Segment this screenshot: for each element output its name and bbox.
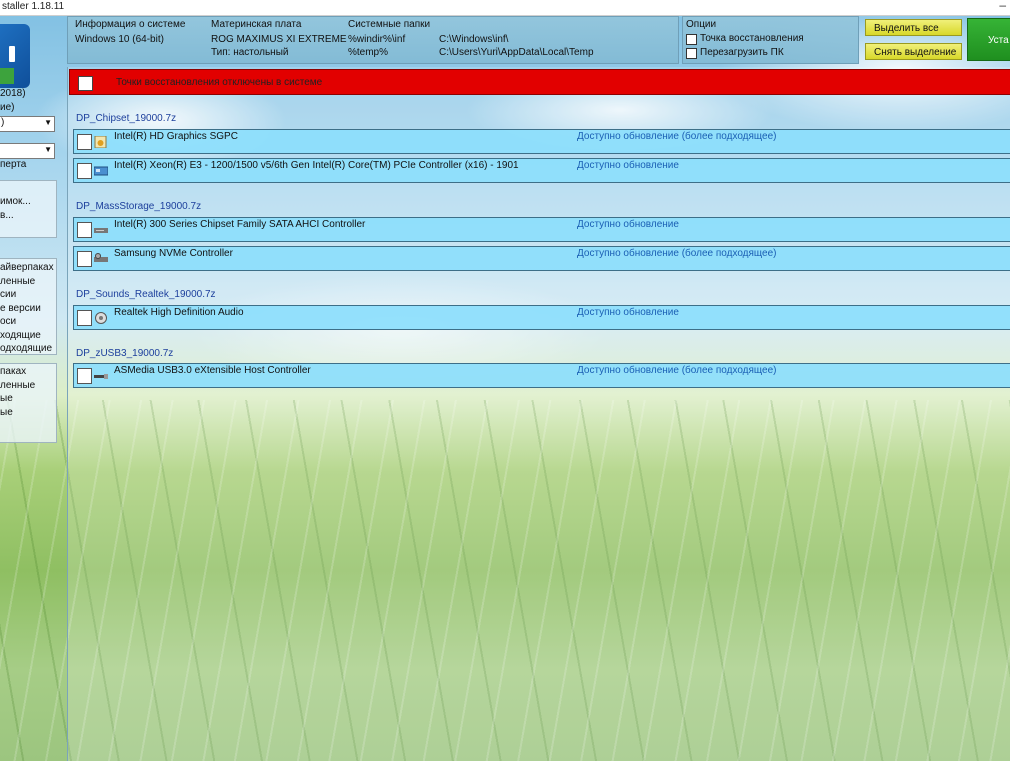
restore-warning-text: Точки восстановления отключены в системе [116, 77, 323, 88]
driver-checkbox[interactable] [77, 310, 92, 326]
filter-item[interactable]: ые [0, 406, 56, 420]
motherboard-header: Материнская плата [211, 19, 302, 30]
usb-controller-icon [94, 374, 108, 379]
driver-name: ASMedia USB3.0 eXtensible Host Controlle… [114, 365, 311, 376]
filter-item[interactable]: ые [0, 392, 56, 406]
theme-select[interactable]: ▼ [0, 143, 55, 159]
reboot-label[interactable]: Перезагрузить ПК [700, 47, 784, 58]
deselect-button[interactable]: Снять выделение [865, 43, 962, 60]
driver-row[interactable]: Intel(R) 300 Series Chipset Family SATA … [73, 217, 1010, 242]
chevron-down-icon: ▼ [44, 118, 52, 127]
filter-item[interactable]: айверпаках [0, 261, 56, 275]
driver-name: Intel(R) HD Graphics SGPC [114, 131, 238, 142]
driver-row[interactable]: Samsung NVMe Controller Доступно обновле… [73, 246, 1010, 271]
options-header: Опции [686, 19, 717, 30]
window-title: staller 1.18.11 [2, 1, 65, 12]
driver-row[interactable]: Realtek High Definition Audio Доступно о… [73, 305, 1010, 330]
folder-path[interactable]: C:\Users\Yuri\AppData\Local\Temp [439, 47, 594, 58]
folder-key: %temp% [348, 47, 389, 58]
snapshot-link[interactable]: имок... [0, 195, 56, 209]
language-select[interactable]: ) ▼ [0, 116, 55, 132]
driver-checkbox[interactable] [77, 134, 92, 150]
filter-item[interactable]: ленные [0, 379, 56, 393]
driver-name: Samsung NVMe Controller [114, 248, 233, 259]
filter-item[interactable]: оси [0, 315, 56, 329]
select-all-button[interactable]: Выделить все [865, 19, 962, 36]
storage-controller-icon [94, 228, 108, 233]
actions-box: имок... в... [0, 180, 57, 238]
driver-checkbox[interactable] [77, 368, 92, 384]
pack-name: DP_zUSB3_19000.7z [76, 348, 174, 359]
os-info-header: Информация о системе [75, 19, 186, 30]
driver-checkbox[interactable] [77, 251, 92, 267]
driver-status: Доступно обновление (более подходящее) [577, 248, 777, 259]
driver-name: Intel(R) Xeon(R) E3 - 1200/1500 v5/6th G… [114, 160, 519, 171]
driver-row[interactable]: Intel(R) Xeon(R) E3 - 1200/1500 v5/6th G… [73, 158, 1010, 183]
app-logo-icon [0, 24, 30, 88]
reboot-checkbox[interactable] [686, 48, 697, 59]
options-panel: Опции Точка восстановления Перезагрузить… [682, 16, 859, 64]
restore-point-checkbox[interactable] [686, 34, 697, 45]
filter-box: айверпаках ленные сии е версии оси ходящ… [0, 258, 57, 355]
os-info-value: Windows 10 (64-bit) [75, 34, 164, 45]
motherboard-value: ROG MAXIMUS XI EXTREME [211, 34, 347, 45]
left-panel: 2018) ие) ) ▼ ▼ перта имок... в... айверп… [0, 16, 62, 761]
system-info-panel: Информация о системе Windows 10 (64-bit)… [67, 16, 679, 64]
pack-name: DP_MassStorage_19000.7z [76, 201, 202, 212]
driver-status: Доступно обновление (более подходящее) [577, 131, 777, 142]
audio-icon [95, 312, 107, 324]
pack-name: DP_Sounds_Realtek_19000.7z [76, 289, 216, 300]
pack-name: DP_Chipset_19000.7z [76, 113, 177, 124]
filter-item[interactable]: пакаx [0, 365, 56, 379]
driver-name: Realtek High Definition Audio [114, 307, 244, 318]
extract-link[interactable]: в... [0, 209, 56, 223]
restore-warning-bar: Точки восстановления отключены в системе [69, 69, 1010, 95]
filter-item[interactable]: сии [0, 288, 56, 302]
chevron-down-icon: ▼ [44, 145, 52, 154]
folder-key: %windir%\inf [348, 34, 406, 45]
motherboard-type: Тип: настольный [211, 47, 289, 58]
filter-item[interactable]: ленные [0, 275, 56, 289]
driver-name: Intel(R) 300 Series Chipset Family SATA … [114, 219, 366, 230]
system-folders-header: Системные папки [348, 19, 431, 30]
minimize-button[interactable]: – [999, 0, 1006, 12]
driver-checkbox[interactable] [77, 222, 92, 238]
storage-controller-icon [94, 253, 108, 262]
expert-mode-label[interactable]: перта [0, 159, 26, 170]
install-button[interactable]: Уста [967, 18, 1010, 61]
restore-point-label[interactable]: Точка восстановления [700, 33, 804, 44]
pci-controller-icon [94, 166, 108, 176]
driver-row[interactable]: Intel(R) HD Graphics SGPC Доступно обнов… [73, 129, 1010, 154]
left-label: ие) [0, 102, 15, 113]
filter-box-2: пакаx ленные ые ые [0, 363, 57, 443]
filter-item[interactable]: ходящие [0, 329, 56, 343]
display-adapter-icon [94, 136, 107, 148]
driver-checkbox[interactable] [77, 163, 92, 179]
warning-checkbox[interactable] [78, 76, 93, 91]
title-bar: staller 1.18.11 – [0, 0, 1010, 16]
driver-row[interactable]: ASMedia USB3.0 eXtensible Host Controlle… [73, 363, 1010, 388]
version-label: 2018) [0, 88, 26, 99]
folder-path[interactable]: C:\Windows\inf\ [439, 34, 508, 45]
driver-status: Доступно обновление [577, 219, 679, 230]
driver-list: Точки восстановления отключены в системе… [67, 67, 1010, 761]
filter-item[interactable]: е версии [0, 302, 56, 316]
filter-item[interactable]: одходящие [0, 342, 56, 356]
driver-status: Доступно обновление (более подходящее) [577, 365, 777, 376]
driver-status: Доступно обновление [577, 160, 679, 171]
driver-status: Доступно обновление [577, 307, 679, 318]
